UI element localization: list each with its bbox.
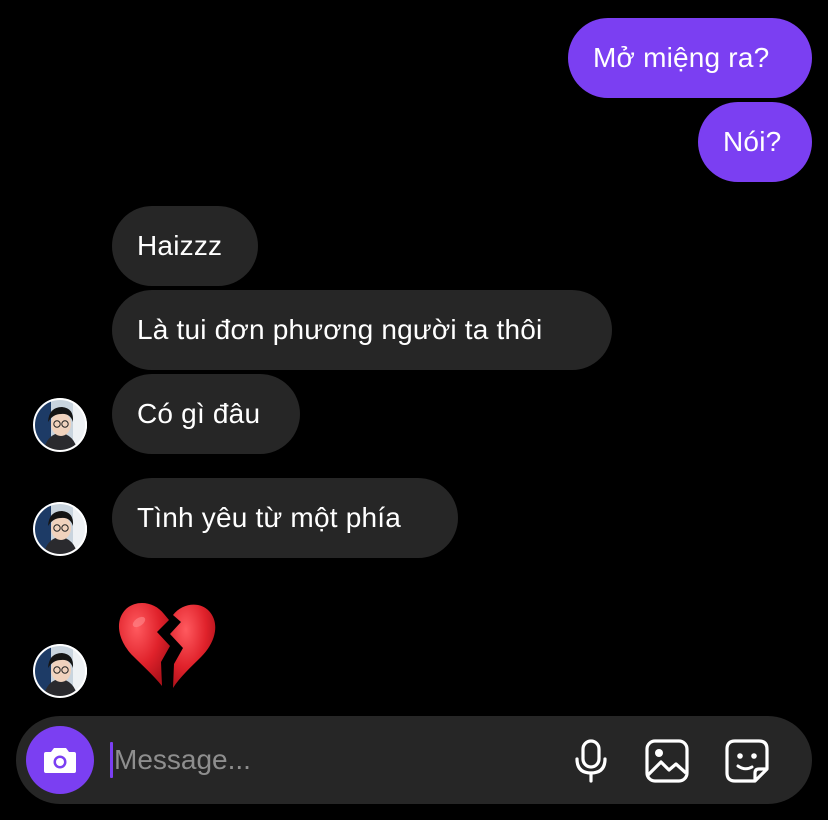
avatar-image [33,502,87,556]
broken-heart-icon [118,602,216,688]
incoming-message[interactable]: Haizzz [112,206,258,286]
camera-button[interactable] [26,726,94,794]
message-composer [16,716,812,804]
sticker-icon [725,739,769,783]
voice-message-button[interactable] [568,738,614,784]
camera-icon [44,748,76,773]
sender-avatar[interactable] [33,502,87,556]
incoming-message[interactable]: Tình yêu từ một phía [112,478,458,558]
sticker-button[interactable] [724,738,770,784]
microphone-icon [575,739,607,783]
gallery-button[interactable] [644,738,690,784]
incoming-message[interactable]: Có gì đâu [112,374,300,454]
outgoing-message[interactable]: Mở miệng ra? [568,18,812,98]
avatar-image [33,398,87,452]
image-icon [645,739,689,783]
message-input[interactable] [112,736,534,784]
sender-avatar[interactable] [33,398,87,452]
sender-avatar[interactable] [33,644,87,698]
incoming-message[interactable]: Là tui đơn phương người ta thôi [112,290,612,370]
broken-heart-emoji-message[interactable] [117,600,217,697]
avatar-image [33,644,87,698]
outgoing-message[interactable]: Nói? [698,102,812,182]
